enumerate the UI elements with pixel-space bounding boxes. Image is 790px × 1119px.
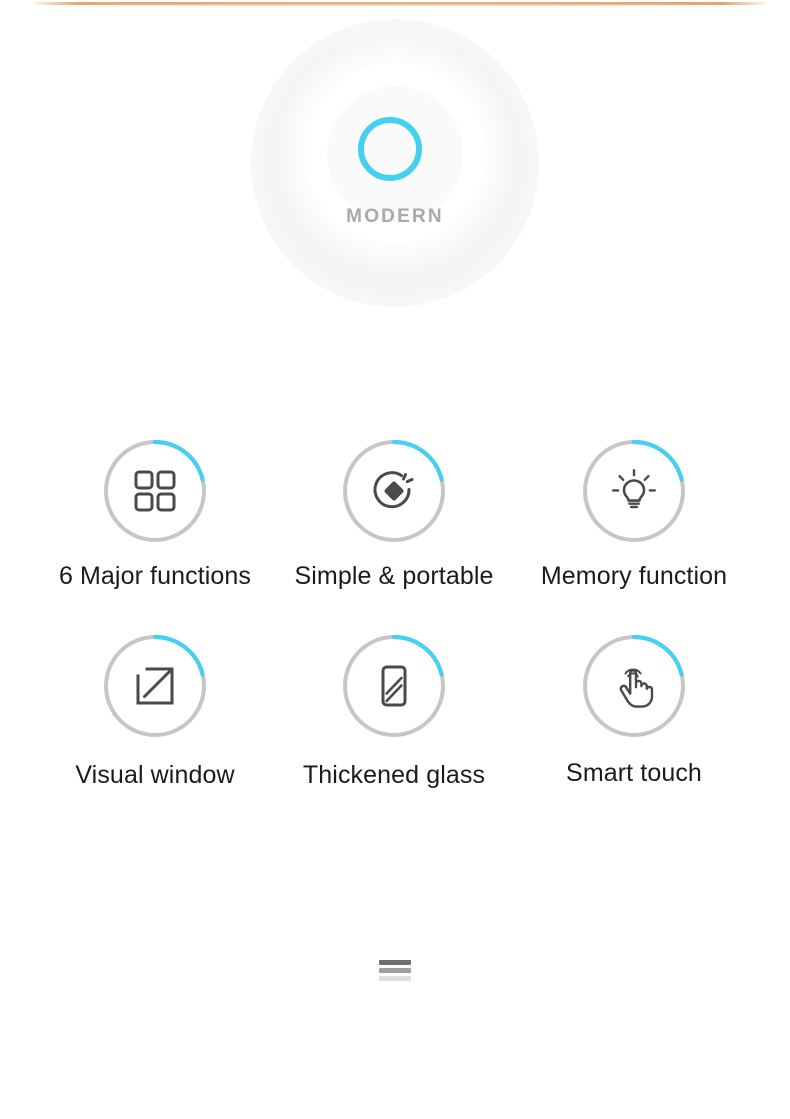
feature-label: Smart touch bbox=[566, 758, 702, 787]
cyan-ring-logo-icon bbox=[358, 117, 422, 181]
feature-item-visual-window[interactable]: Visual window bbox=[37, 634, 273, 790]
feature-label: Visual window bbox=[75, 760, 235, 789]
feature-row-2: Visual window Thickened glass Smart touc… bbox=[0, 634, 790, 790]
feature-item-simple-portable[interactable]: Simple & portable bbox=[276, 440, 512, 591]
diamond-in-circle-sparkle-icon bbox=[343, 440, 445, 542]
hero-section: MODERN bbox=[0, 0, 790, 400]
feature-badge bbox=[343, 634, 445, 737]
lightbulb-icon bbox=[583, 440, 685, 542]
feature-item-major-functions[interactable]: 6 Major functions bbox=[37, 440, 273, 591]
feature-badge bbox=[583, 440, 685, 542]
menu-line-3 bbox=[379, 976, 411, 981]
product-feature-page: MODERN 6 Major functions Simple & portab… bbox=[0, 0, 790, 1119]
feature-item-memory-function[interactable]: Memory function bbox=[516, 440, 752, 591]
touch-hand-tap-icon bbox=[583, 635, 685, 737]
feature-item-smart-touch[interactable]: Smart touch bbox=[516, 634, 752, 790]
glass-panel-shine-icon bbox=[343, 635, 445, 737]
brand-wordmark: MODERN bbox=[346, 206, 444, 227]
expand-arrow-window-icon bbox=[104, 635, 206, 737]
feature-label: 6 Major functions bbox=[58, 562, 252, 590]
feature-label: Thickened glass bbox=[302, 760, 486, 789]
feature-label: Memory function bbox=[540, 562, 728, 590]
feature-item-thickened-glass[interactable]: Thickened glass bbox=[276, 634, 512, 790]
hamburger-menu-icon[interactable] bbox=[379, 960, 411, 982]
menu-line-1 bbox=[379, 960, 411, 965]
feature-badge bbox=[583, 634, 685, 737]
menu-line-2 bbox=[379, 968, 411, 973]
feature-row-1: 6 Major functions Simple & portable Memo… bbox=[0, 440, 790, 591]
feature-badge bbox=[104, 440, 206, 542]
feature-label: Simple & portable bbox=[294, 562, 494, 590]
grid-four-squares-icon bbox=[104, 440, 206, 542]
feature-grid: 6 Major functions Simple & portable Memo… bbox=[0, 440, 790, 790]
feature-badge bbox=[104, 634, 206, 737]
feature-badge bbox=[343, 440, 445, 542]
